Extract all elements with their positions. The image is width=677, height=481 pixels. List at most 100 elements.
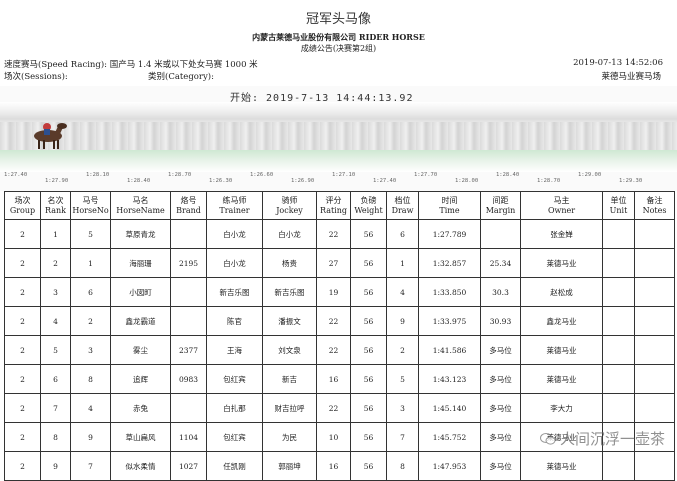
table-cell: 追辉 <box>110 364 171 394</box>
table-cell: 5 <box>70 219 111 249</box>
table-cell: 22 <box>316 393 351 423</box>
table-cell: 56 <box>350 306 387 336</box>
table-cell: 莱德马业 <box>520 451 603 481</box>
column-header: 烙号 Brand <box>170 191 207 220</box>
table-cell: 22 <box>316 219 351 249</box>
time-tick-label: 1:27.40 <box>4 172 28 178</box>
table-cell: 包红宾 <box>206 364 263 394</box>
horse-silhouette-icon <box>34 123 67 149</box>
table-cell: 1:41.586 <box>418 335 481 365</box>
time-tick-label: 1:26.60 <box>250 172 274 178</box>
table-cell: 0983 <box>170 364 207 394</box>
column-header: 单位 Unit <box>602 191 635 220</box>
table-cell: 为民 <box>262 422 317 452</box>
column-header-cn: 评分 <box>325 195 342 205</box>
table-cell: 莱德马业 <box>520 335 603 365</box>
table-cell: 2 <box>4 219 41 249</box>
table-cell: 张金婵 <box>520 219 603 249</box>
time-tick-label: 1:28.40 <box>127 178 151 184</box>
table-row: 2 5 3 雾尘 2377 王海 刘文泉 22 56 2 1:41.586 多马位 莱德马业 <box>4 335 675 365</box>
table-cell: 4 <box>70 393 111 423</box>
table-cell: 56 <box>350 364 387 394</box>
table-cell: 刘文泉 <box>262 335 317 365</box>
table-cell: 56 <box>350 451 387 481</box>
table-cell <box>602 364 635 394</box>
category-label: 类别(Category): <box>148 72 214 82</box>
table-cell: 8 <box>70 364 111 394</box>
table-cell: 多马位 <box>480 335 521 365</box>
table-cell: 27 <box>316 248 351 278</box>
table-cell <box>170 277 207 307</box>
column-header-en: HorseName <box>116 205 165 215</box>
table-cell: 56 <box>350 219 387 249</box>
table-cell <box>602 248 635 278</box>
table-cell <box>602 393 635 423</box>
column-header-cn: 时间 <box>441 195 458 205</box>
table-cell <box>634 277 675 307</box>
table-cell: 多马位 <box>480 364 521 394</box>
table-cell: 30.93 <box>480 306 521 336</box>
table-cell: 陈官 <box>206 306 263 336</box>
table-cell <box>634 364 675 394</box>
table-cell: 8 <box>40 422 71 452</box>
table-cell: 1:33.975 <box>418 306 481 336</box>
table-cell: 2195 <box>170 248 207 278</box>
table-cell: 1027 <box>170 451 207 481</box>
table-cell: 新吉乐图 <box>206 277 263 307</box>
column-header-en: Notes <box>642 205 667 215</box>
table-cell: 56 <box>350 422 387 452</box>
table-cell: 2 <box>40 248 71 278</box>
table-cell: 似水柔情 <box>110 451 171 481</box>
time-tick-label: 1:26.30 <box>209 178 233 184</box>
wechat-icon <box>539 432 556 445</box>
table-cell: 2 <box>4 393 41 423</box>
table-cell: 56 <box>350 335 387 365</box>
time-tick-label: 1:28.70 <box>537 178 561 184</box>
table-cell: 5 <box>386 364 419 394</box>
table-row: 2 6 8 追辉 0983 包红宾 新吉 16 56 5 1:43.123 多马位 莱德马业 <box>4 364 675 394</box>
table-cell: 19 <box>316 277 351 307</box>
photo-grass-band <box>0 150 677 172</box>
column-header-cn: 马名 <box>132 195 149 205</box>
time-tick-label: 1:28.40 <box>496 172 520 178</box>
table-cell <box>602 277 635 307</box>
time-tick-label: 1:28.00 <box>455 178 479 184</box>
watermark: 人间沉浮一壶茶 <box>539 428 665 449</box>
session-label: 场次(Sessions): <box>4 72 68 82</box>
table-cell: 1104 <box>170 422 207 452</box>
table-cell: 3 <box>70 335 111 365</box>
column-header-en: Jockey <box>276 205 303 215</box>
table-cell: 16 <box>316 364 351 394</box>
column-header-cn: 档位 <box>394 195 411 205</box>
column-header: 档位 Draw <box>386 191 419 220</box>
table-cell: 7 <box>40 393 71 423</box>
table-cell <box>170 219 207 249</box>
table-cell: 2 <box>4 277 41 307</box>
time-tick-label: 1:29.00 <box>578 172 602 178</box>
table-cell: 1 <box>386 248 419 278</box>
table-cell <box>480 219 521 249</box>
table-cell <box>634 393 675 423</box>
table-cell: 海丽珊 <box>110 248 171 278</box>
watermark-text: 人间沉浮一壶茶 <box>559 430 665 448</box>
table-cell: 白小龙 <box>262 219 317 249</box>
table-cell: 1:45.140 <box>418 393 481 423</box>
table-cell <box>170 306 207 336</box>
time-tick-label: 1:27.40 <box>373 178 397 184</box>
table-cell: 9 <box>70 422 111 452</box>
table-cell: 7 <box>70 451 111 481</box>
time-tick-label: 1:28.70 <box>168 172 192 178</box>
table-cell: 16 <box>316 451 351 481</box>
table-cell: 1:45.752 <box>418 422 481 452</box>
table-cell: 1:32.857 <box>418 248 481 278</box>
column-header: 骑师 Jockey <box>262 191 317 220</box>
time-tick-label: 1:27.70 <box>414 172 438 178</box>
table-row: 2 1 5 草原青龙 白小龙 白小龙 22 56 6 1:27.789 张金婵 <box>4 219 675 249</box>
table-cell: 56 <box>350 277 387 307</box>
column-header-en: Owner <box>547 205 576 215</box>
table-cell: 3 <box>386 393 419 423</box>
column-header-en: Rank <box>45 205 66 215</box>
time-tick-label: 1:26.90 <box>291 178 315 184</box>
table-cell: 草山扁风 <box>110 422 171 452</box>
table-cell: 56 <box>350 393 387 423</box>
